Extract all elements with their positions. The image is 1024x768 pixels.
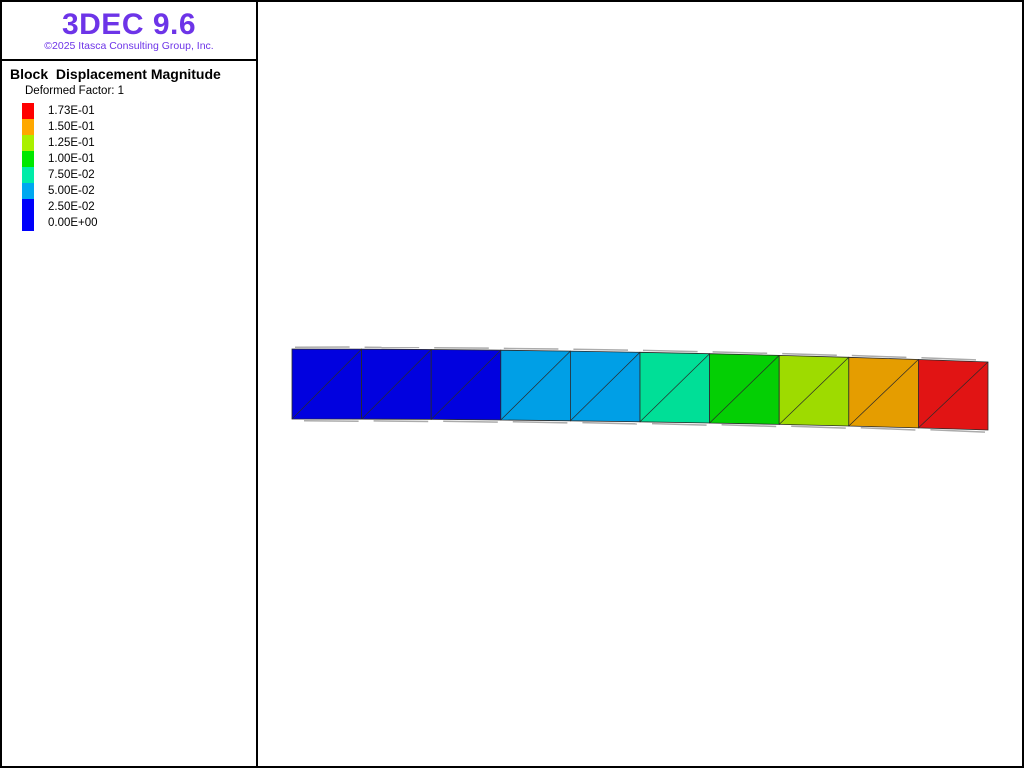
beam-visualization [258,2,1024,766]
legend-entry: 2.50E-02 [22,199,98,215]
legend-entry: 5.00E-02 [22,183,98,199]
legend-entry: 1.25E-01 [22,135,98,151]
legend-value: 1.00E-01 [48,151,95,167]
legend-value: 1.25E-01 [48,135,95,151]
legend-color-swatch [22,215,34,231]
legend-color-swatch [22,135,34,151]
legend-color-swatch [22,151,34,167]
legend-color-swatch [22,103,34,119]
legend-color-swatch [22,167,34,183]
legend-color-scale: 1.73E-011.50E-011.25E-011.00E-017.50E-02… [22,103,98,231]
separator-line [2,59,256,61]
legend-color-swatch [22,199,34,215]
legend-entry: 1.00E-01 [22,151,98,167]
legend-entry: 1.73E-01 [22,103,98,119]
legend-value: 5.00E-02 [48,183,95,199]
legend-title: Block Displacement Magnitude [10,66,221,82]
legend-entry: 1.50E-01 [22,119,98,135]
legend-color-swatch [22,183,34,199]
legend-value: 7.50E-02 [48,167,95,183]
legend-panel: 3DEC 9.6 ©2025 Itasca Consulting Group, … [2,2,256,766]
copyright-text: ©2025 Itasca Consulting Group, Inc. [2,40,256,52]
legend-entry: 7.50E-02 [22,167,98,183]
legend-value: 1.73E-01 [48,103,95,119]
legend-color-swatch [22,119,34,135]
legend-value: 0.00E+00 [48,215,98,231]
legend-entry: 0.00E+00 [22,215,98,231]
model-viewport[interactable] [258,2,1022,766]
app-title: 3DEC 9.6 [2,8,256,42]
legend-value: 2.50E-02 [48,199,95,215]
legend-value: 1.50E-01 [48,119,95,135]
application-window: 3DEC 9.6 ©2025 Itasca Consulting Group, … [0,0,1024,768]
deformed-factor-label: Deformed Factor: 1 [25,85,124,97]
